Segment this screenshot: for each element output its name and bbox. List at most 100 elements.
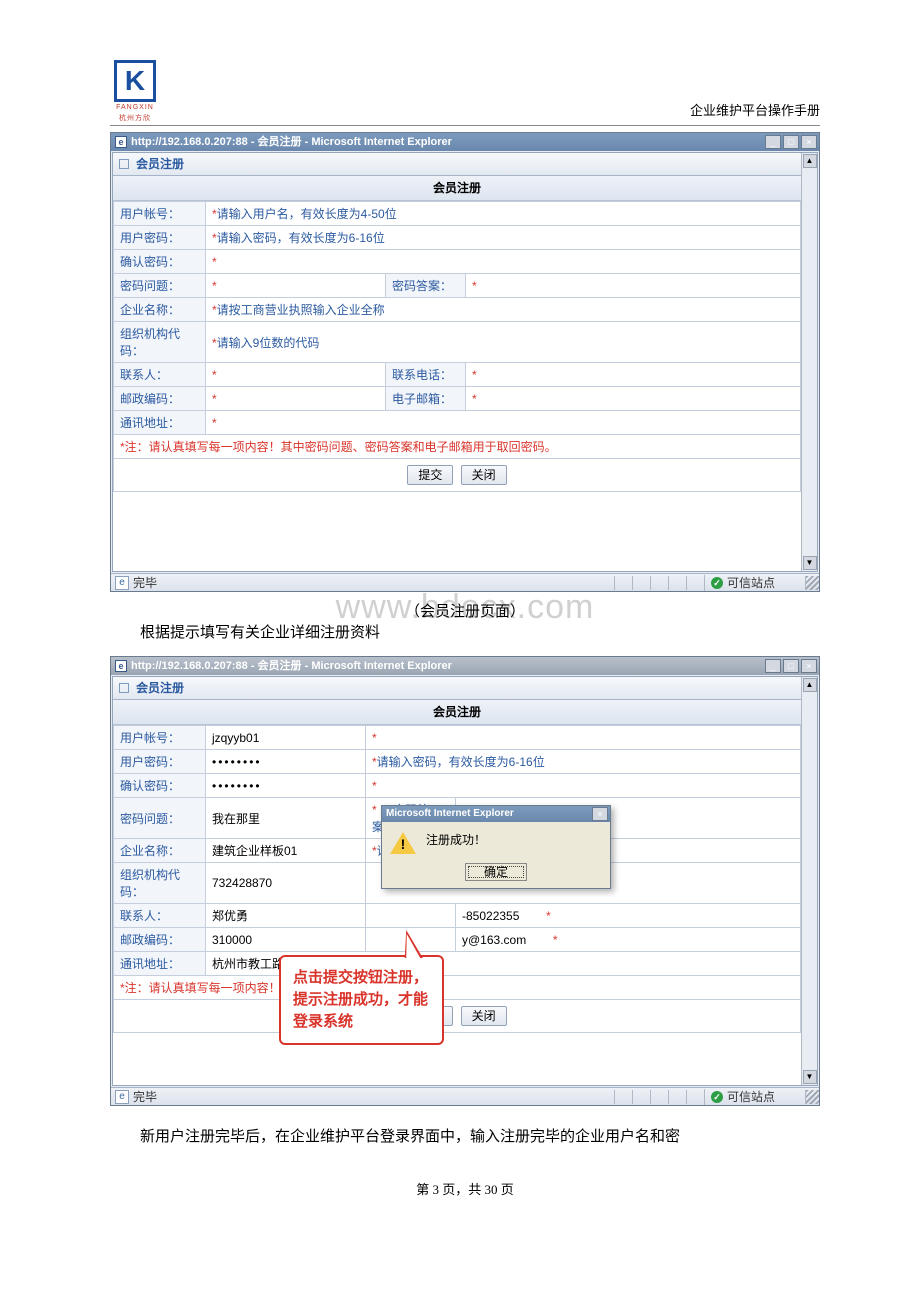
scroll-down-button[interactable]: ▼	[803, 1070, 817, 1084]
panel-header: 会员注册	[113, 153, 801, 176]
close-window-button[interactable]: ×	[801, 659, 817, 673]
field-zip[interactable]: *	[206, 387, 386, 411]
status-done: 完毕	[133, 575, 157, 591]
logo-brand: FANGXIN	[110, 104, 160, 111]
field-org[interactable]: *请输入9位数的代码	[206, 322, 801, 363]
label-zip: 邮政编码：	[114, 387, 206, 411]
label-corp: 企业名称：	[114, 298, 206, 322]
value-contact[interactable]: 郑优勇	[206, 904, 366, 928]
resize-grip[interactable]	[805, 1090, 819, 1104]
value-corp[interactable]: 建筑企业样板01	[206, 839, 366, 863]
value-password-confirm[interactable]: ••••••••	[206, 774, 366, 798]
ie-titlebar: e http://192.168.0.207:88 - 会员注册 - Micro…	[111, 133, 819, 151]
label-question: 密码问题：	[114, 798, 206, 839]
trust-icon: ✓	[711, 1091, 723, 1103]
field-password-confirm[interactable]: *	[206, 250, 801, 274]
label-org: 组织机构代码：	[114, 322, 206, 363]
figure-caption: （会员注册页面）	[110, 600, 820, 624]
label-username: 用户帐号：	[114, 726, 206, 750]
label-password-confirm: 确认密码：	[114, 774, 206, 798]
maximize-button[interactable]: □	[783, 659, 799, 673]
label-question: 密码问题：	[114, 274, 206, 298]
paragraph-after: 新用户注册完毕后，在企业维护平台登录界面中，输入注册完毕的企业用户名和密	[110, 1124, 820, 1150]
ie-icon: e	[115, 136, 127, 148]
form-note: *注：请认真填写每一项内容！其中密码问题、密码答案和电子邮箱用于取回密码。	[114, 435, 801, 459]
maximize-button[interactable]: □	[783, 135, 799, 149]
label-username: 用户帐号：	[114, 202, 206, 226]
label-password: 用户密码：	[114, 226, 206, 250]
minimize-button[interactable]: _	[765, 135, 781, 149]
panel-icon	[119, 159, 129, 169]
label-answer: 密码答案：	[386, 274, 466, 298]
close-button[interactable]: 关闭	[461, 1006, 507, 1026]
scroll-down-button[interactable]: ▼	[803, 556, 817, 570]
label-zip: 邮政编码：	[114, 928, 206, 952]
ie-titlebar-inactive: e http://192.168.0.207:88 - 会员注册 - Micro…	[111, 657, 819, 675]
field-username[interactable]: *请输入用户名，有效长度为4-50位	[206, 202, 801, 226]
label-contact: 联系人：	[114, 363, 206, 387]
panel-icon	[119, 683, 129, 693]
label-addr: 通讯地址：	[114, 952, 206, 976]
trusted-zone: ✓ 可信站点	[704, 575, 805, 591]
brand-logo: K FANGXIN 杭州方欣	[110, 60, 160, 120]
value-password[interactable]: ••••••••	[206, 750, 366, 774]
minimize-button[interactable]: _	[765, 659, 781, 673]
logo-mark: K	[114, 60, 156, 102]
close-window-button[interactable]: ×	[801, 135, 817, 149]
field-email[interactable]: *	[466, 387, 801, 411]
success-popup: Microsoft Internet Explorer × ! 注册成功！ 确定	[381, 805, 611, 889]
field-contact[interactable]: *	[206, 363, 386, 387]
header-rule	[110, 125, 820, 126]
popup-close-button[interactable]: ×	[592, 807, 608, 821]
form-title: 会员注册	[113, 176, 801, 201]
trust-icon: ✓	[711, 577, 723, 589]
field-question[interactable]: *	[206, 274, 386, 298]
label-password-confirm: 确认密码：	[114, 250, 206, 274]
label-phone: 联系电话：	[386, 363, 466, 387]
panel-header: 会员注册	[113, 677, 801, 700]
annotation-callout: 点击提交按钮注册，提示注册成功，才能登录系统	[279, 955, 444, 1045]
value-question[interactable]: 我在那里	[206, 798, 366, 839]
popup-ok-button[interactable]: 确定	[465, 863, 527, 881]
label-org: 组织机构代码：	[114, 863, 206, 904]
label-contact: 联系人：	[114, 904, 206, 928]
field-answer[interactable]: *	[466, 274, 801, 298]
popup-message: 注册成功！	[426, 832, 486, 848]
scroll-up-button[interactable]: ▲	[803, 678, 817, 692]
ie-window-filled: e http://192.168.0.207:88 - 会员注册 - Micro…	[110, 656, 820, 1106]
form-note-truncated: *注：请认真填写每一项内容！其中密码问题、密码答案和	[114, 976, 801, 1000]
logo-cn: 杭州方欣	[110, 113, 160, 123]
resize-grip[interactable]	[805, 576, 819, 590]
ie-window-blank: e http://192.168.0.207:88 - 会员注册 - Micro…	[110, 132, 820, 592]
value-org[interactable]: 732428870	[206, 863, 366, 904]
value-email[interactable]: y@163.com *	[456, 928, 801, 952]
vertical-scrollbar[interactable]: ▲ ▼	[801, 677, 817, 1085]
field-addr[interactable]: *	[206, 411, 801, 435]
warning-icon: !	[390, 832, 416, 854]
field-password[interactable]: *请输入密码，有效长度为6-16位	[206, 226, 801, 250]
value-phone[interactable]: -85022355 *	[456, 904, 801, 928]
vertical-scrollbar[interactable]: ▲ ▼	[801, 153, 817, 571]
ie-statusbar: e 完毕 ✓ 可信站点	[111, 573, 819, 591]
ie-title-text: http://192.168.0.207:88 - 会员注册 - Microso…	[131, 133, 452, 151]
field-phone[interactable]: *	[466, 363, 801, 387]
ie-title-text: http://192.168.0.207:88 - 会员注册 - Microso…	[131, 657, 452, 675]
value-zip[interactable]: 310000	[206, 928, 366, 952]
status-icon: e	[115, 576, 129, 590]
register-form: 用户帐号： *请输入用户名，有效长度为4-50位 用户密码： *请输入密码，有效…	[113, 201, 801, 492]
panel-title: 会员注册	[136, 681, 184, 695]
page-number: 第 3 页，共 30 页	[110, 1180, 820, 1200]
doc-title: 企业维护平台操作手册	[110, 100, 820, 119]
status-done: 完毕	[133, 1089, 157, 1105]
label-corp: 企业名称：	[114, 839, 206, 863]
field-corp[interactable]: *请按工商营业执照输入企业全称	[206, 298, 801, 322]
label-email: 电子邮箱：	[386, 387, 466, 411]
popup-titlebar: Microsoft Internet Explorer ×	[382, 806, 610, 822]
value-username[interactable]: jzqyyb01	[206, 726, 366, 750]
label-addr: 通讯地址：	[114, 411, 206, 435]
close-button[interactable]: 关闭	[461, 465, 507, 485]
popup-title: Microsoft Internet Explorer	[386, 805, 514, 823]
submit-button[interactable]: 提交	[407, 465, 453, 485]
scroll-up-button[interactable]: ▲	[803, 154, 817, 168]
status-icon: e	[115, 1090, 129, 1104]
